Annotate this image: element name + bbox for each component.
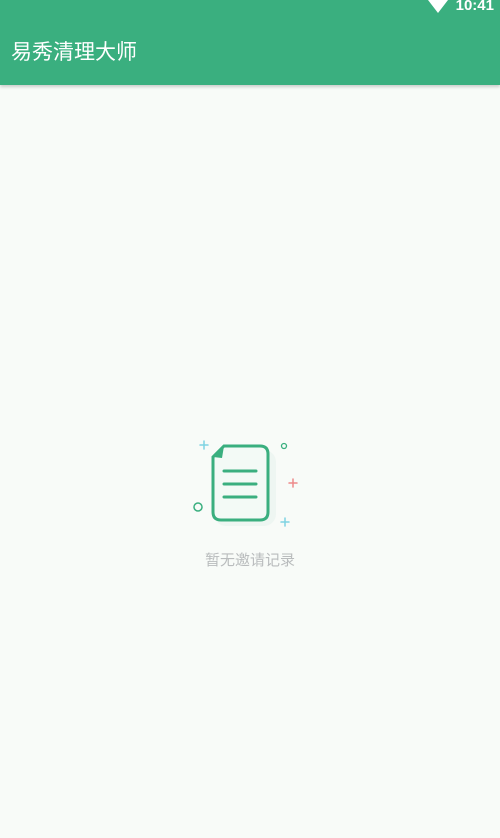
app-bar: 10:41 易秀清理大师 [0,0,500,85]
document-icon [193,440,298,527]
page-title: 易秀清理大师 [11,40,137,64]
empty-state-message: 暂无邀请记录 [204,551,295,569]
status-bar: 10:41 [0,0,500,14]
wifi-icon [428,0,448,13]
status-time: 10:41 [455,0,494,14]
